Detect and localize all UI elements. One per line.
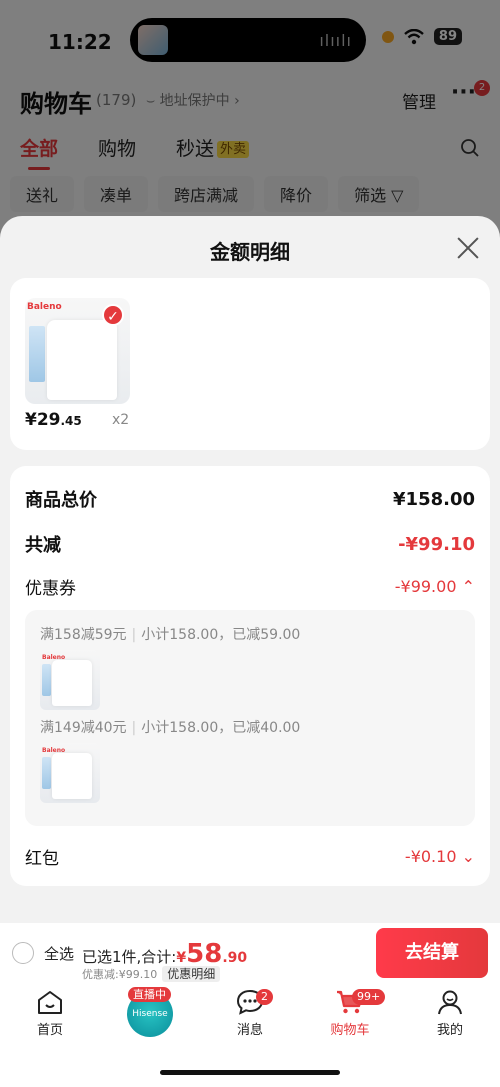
coupon-product-image: Baleno (40, 743, 100, 803)
home-icon (38, 991, 62, 1014)
nav-cart-label: 购物车 (330, 1023, 370, 1038)
checkout-button[interactable]: 去结算 (376, 928, 488, 978)
price-int: ¥29 (25, 410, 61, 430)
nav-cart[interactable]: 购物车 99+ (310, 989, 390, 1038)
nav-messages[interactable]: 消息 2 (210, 989, 290, 1038)
product-price: ¥29.45 (25, 410, 82, 430)
amount-detail-sheet: 金额明细 Baleno ✓ ¥29.45 x2 商品总价 ¥158.00 共减 … (0, 216, 500, 923)
select-all-label[interactable]: 全选 (44, 943, 74, 964)
brand-logo: Baleno (27, 302, 62, 312)
discount-line: 优惠减:¥99.10 优惠明细 (82, 965, 221, 982)
home-indicator (160, 1070, 340, 1075)
nav-live[interactable]: Hisense 直播中 (110, 987, 190, 1037)
red-packet-label: 红包 (25, 848, 59, 869)
coupon-product-image: Baleno (40, 650, 100, 710)
red-packet-value: -¥0.10 ⌄ (405, 847, 475, 866)
chevron-up-icon: ⌃ (461, 576, 475, 596)
red-packet-row[interactable]: 红包 -¥0.10 ⌄ (25, 841, 475, 871)
nav-home[interactable]: 首页 (10, 989, 90, 1038)
coupon-row[interactable]: 优惠券 -¥99.00 ⌃ (25, 571, 475, 601)
coupon-amount: -¥99.00 (394, 576, 457, 596)
tshirt-graphic (52, 660, 92, 706)
product-tag-graphic (42, 757, 51, 789)
coupon-label: 优惠券 (25, 578, 76, 599)
reduction-row: 共减 -¥99.10 (25, 529, 475, 559)
total-amount: ¥58.90 (176, 939, 248, 969)
coupon-rule: 满158减59元 (40, 627, 127, 643)
select-all-radio[interactable] (12, 942, 34, 964)
coupon-item: 满149减40元 | 小计158.00，已减40.00 (40, 717, 300, 737)
total-value: ¥158.00 (393, 488, 475, 510)
price-decimal: .45 (60, 414, 82, 428)
close-icon[interactable] (456, 236, 480, 260)
divider: | (131, 627, 137, 643)
live-badge: 直播中 (128, 987, 171, 1002)
checkmark-icon: ✓ (102, 304, 124, 326)
coupon-rule: 满149减40元 (40, 720, 127, 736)
tshirt-graphic (47, 320, 117, 400)
messages-badge: 2 (256, 989, 273, 1005)
coupon-detail: 小计158.00，已减40.00 (141, 720, 301, 736)
coupon-item: 满158减59元 | 小计158.00，已减59.00 (40, 624, 300, 644)
live-brand: Hisense (132, 1009, 168, 1019)
price-summary-card: 商品总价 ¥158.00 共减 -¥99.10 优惠券 -¥99.00 ⌃ 满1… (10, 466, 490, 886)
selected-count: 已选1件,合计: (82, 948, 177, 966)
coupon-details: 满158减59元 | 小计158.00，已减59.00 Baleno 满149减40… (25, 610, 475, 826)
coupon-detail: 小计158.00，已减59.00 (141, 627, 301, 643)
total-row: 商品总价 ¥158.00 (25, 484, 475, 514)
total-label: 商品总价 (25, 490, 97, 511)
reduction-value: -¥99.10 (398, 533, 475, 555)
nav-home-label: 首页 (36, 1023, 63, 1038)
reduction-label: 共减 (25, 535, 61, 556)
product-tag-graphic (42, 664, 51, 696)
discount-detail-button[interactable]: 优惠明细 (162, 966, 221, 982)
product-card: Baleno ✓ ¥29.45 x2 (10, 278, 490, 450)
chevron-down-icon: ⌄ (461, 846, 475, 866)
cart-badge: 99+ (352, 989, 386, 1005)
user-icon (438, 990, 462, 1015)
nav-me[interactable]: 我的 (410, 989, 490, 1038)
nav-messages-label: 消息 (236, 1023, 263, 1038)
discount-text: 优惠减:¥99.10 (82, 968, 158, 981)
nav-me-label: 我的 (436, 1023, 463, 1038)
total-decimal: .90 (222, 950, 248, 966)
total-currency: ¥ (176, 950, 187, 966)
sheet-title: 金额明细 (210, 240, 290, 264)
product-quantity: x2 (112, 412, 130, 428)
product-tag-graphic (29, 326, 45, 382)
coupon-value: -¥99.00 ⌃ (395, 577, 475, 596)
divider: | (131, 720, 137, 736)
red-packet-amount: -¥0.10 (404, 846, 457, 866)
tshirt-graphic (52, 753, 92, 799)
checkout-bar: 全选 已选1件,合计:¥58.90 优惠减:¥99.10 优惠明细 去结算 (0, 923, 500, 983)
